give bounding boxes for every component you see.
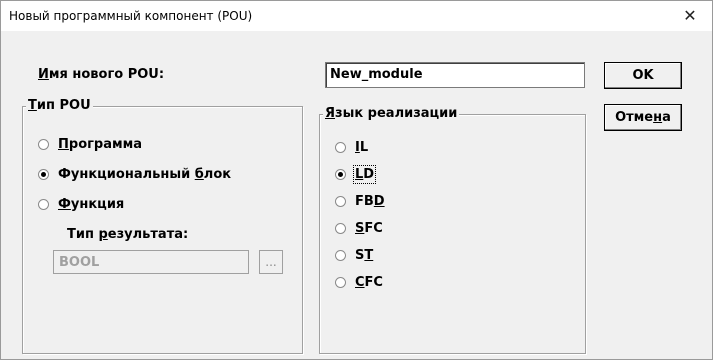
close-icon: ✕ [683, 6, 697, 25]
title-bar: Новый программный компонент (POU) ✕ [1, 1, 712, 31]
radio-function-block-label: Функциональный блок [58, 167, 232, 182]
radio-lang-il-label: IL [355, 140, 369, 155]
result-type-value: BOOL [59, 255, 100, 270]
radio-lang-sfc-indicator[interactable] [335, 223, 346, 234]
radio-lang-st[interactable]: ST [335, 248, 373, 263]
pou-name-field[interactable] [325, 62, 585, 88]
close-button[interactable]: ✕ [668, 1, 712, 31]
radio-lang-st-label: ST [355, 248, 374, 263]
radio-lang-il[interactable]: IL [335, 140, 368, 155]
radio-lang-cfc-label: CFC [355, 275, 383, 290]
radio-lang-sfc[interactable]: SFC [335, 221, 383, 236]
radio-program-label: Программа [58, 137, 143, 152]
radio-program[interactable]: Программа [38, 137, 142, 152]
new-pou-dialog: Новый программный компонент (POU) ✕ Имя … [0, 0, 713, 360]
radio-function-label: Функция [58, 197, 125, 212]
result-type-field: BOOL [53, 250, 249, 274]
radio-function-block-indicator[interactable] [38, 169, 49, 180]
ok-button[interactable]: OK [604, 62, 682, 89]
radio-function-block[interactable]: Функциональный блок [38, 167, 231, 182]
result-type-label: Тип результата: [67, 227, 189, 242]
result-type-browse-button: ... [259, 250, 283, 274]
ellipsis-icon: ... [265, 255, 277, 269]
radio-function-indicator[interactable] [38, 199, 49, 210]
radio-lang-st-indicator[interactable] [335, 250, 346, 261]
radio-lang-cfc[interactable]: CFC [335, 275, 383, 290]
radio-lang-fbd-label: FBD [355, 194, 385, 209]
radio-program-indicator[interactable] [38, 139, 49, 150]
radio-lang-fbd[interactable]: FBD [335, 194, 385, 209]
radio-lang-sfc-label: SFC [355, 221, 383, 236]
pou-name-label: Имя нового POU: [38, 67, 165, 82]
pou-name-input[interactable] [326, 63, 584, 86]
radio-lang-il-indicator[interactable] [335, 142, 346, 153]
pou-type-legend: Тип POU [26, 98, 93, 113]
radio-function[interactable]: Функция [38, 197, 124, 212]
radio-lang-fbd-indicator[interactable] [335, 196, 346, 207]
radio-lang-ld[interactable]: LD [335, 165, 377, 184]
cancel-button[interactable]: Отме н а [604, 104, 682, 131]
language-legend: Язык реализации [323, 106, 460, 121]
radio-lang-ld-indicator[interactable] [335, 169, 346, 180]
radio-lang-cfc-indicator[interactable] [335, 277, 346, 288]
radio-lang-ld-label: LD [352, 165, 377, 184]
window-title: Новый программный компонент (POU) [9, 9, 253, 23]
